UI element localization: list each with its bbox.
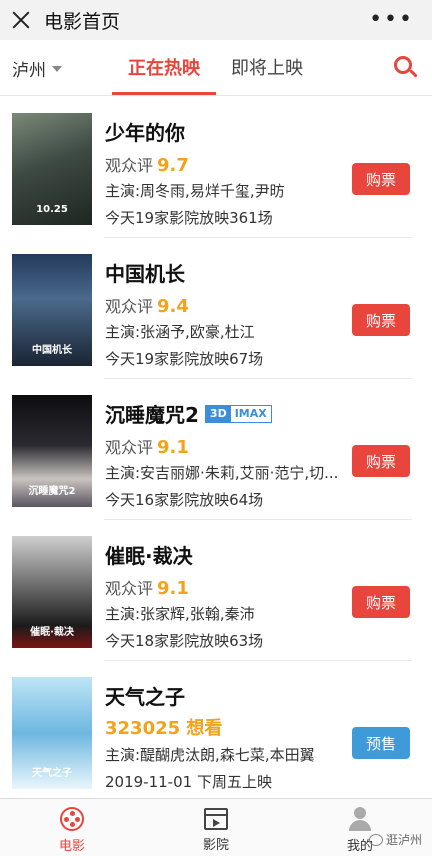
movie-poster[interactable]: 10.25	[12, 113, 92, 225]
movie-title[interactable]: 天气之子	[105, 681, 185, 710]
format-badge: 3D IMAX	[204, 404, 272, 423]
close-icon[interactable]	[8, 6, 36, 34]
release-info: 2019-11-01 下周五上映	[105, 773, 272, 791]
tab-now-showing[interactable]: 正在热映	[128, 54, 200, 80]
search-icon[interactable]	[394, 56, 418, 80]
nav-label: 电影	[58, 839, 85, 854]
movie-item[interactable]: 天气之子 天气之子 323025 想看 主演:醍醐虎汰朗,森七菜,本田翼 201…	[0, 661, 432, 802]
movie-title[interactable]: 沉睡魔咒2 3D IMAX	[105, 399, 272, 428]
film-reel-icon	[60, 807, 84, 831]
showing-info: 今天18家影院放映63场	[105, 632, 264, 650]
showing-info: 今天19家影院放映361场	[105, 209, 273, 227]
nav-mine[interactable]: 我的 逛泸州	[288, 799, 432, 856]
movie-cast: 主演:张家辉,张翰,秦沛	[105, 605, 255, 623]
bottom-nav: 电影 影院 我的 逛泸州	[0, 798, 432, 856]
user-icon	[348, 807, 372, 831]
audience-score: 观众评 9.1	[105, 437, 189, 458]
active-tab-indicator	[112, 92, 216, 95]
movie-cast: 主演:醍醐虎汰朗,森七菜,本田翼	[105, 746, 315, 764]
wechat-icon	[368, 833, 383, 846]
want-to-see-count: 323025 想看	[105, 718, 223, 739]
top-bar: 电影首页 •••	[0, 0, 432, 40]
chevron-down-icon	[52, 65, 62, 72]
audience-score: 观众评 9.4	[105, 296, 189, 317]
tab-coming-soon[interactable]: 即将上映	[231, 54, 303, 80]
presale-button[interactable]: 预售	[352, 727, 410, 759]
movie-poster[interactable]: 沉睡魔咒2	[12, 395, 92, 507]
nav-label: 影院	[202, 838, 229, 853]
showing-info: 今天16家影院放映64场	[105, 491, 264, 509]
nav-cinemas[interactable]: 影院	[144, 799, 288, 856]
movie-item[interactable]: 10.25 少年的你 观众评 9.7 主演:周冬雨,易烊千玺,尹昉 今天19家影院…	[0, 97, 432, 238]
more-icon[interactable]: •••	[369, 9, 414, 31]
showing-info: 今天19家影院放映67场	[105, 350, 264, 368]
clapperboard-icon	[204, 808, 228, 830]
movie-title[interactable]: 催眠·裁决	[105, 540, 193, 569]
buy-ticket-button[interactable]: 购票	[352, 445, 410, 477]
movie-title[interactable]: 少年的你	[105, 117, 185, 146]
buy-ticket-button[interactable]: 购票	[352, 586, 410, 618]
audience-score: 观众评 9.1	[105, 578, 189, 599]
page-title: 电影首页	[44, 10, 121, 33]
nav-movies[interactable]: 电影	[0, 799, 144, 856]
watermark: 逛泸州	[368, 831, 422, 848]
buy-ticket-button[interactable]: 购票	[352, 163, 410, 195]
movie-list: 10.25 少年的你 观众评 9.7 主演:周冬雨,易烊千玺,尹昉 今天19家影院…	[0, 97, 432, 802]
movie-cast: 主演:张涵予,欧豪,杜江	[105, 323, 255, 341]
city-selector[interactable]: 泸州	[12, 56, 62, 81]
movie-poster[interactable]: 天气之子	[12, 677, 92, 789]
city-label: 泸州	[12, 61, 46, 81]
movie-title[interactable]: 中国机长	[105, 258, 185, 287]
movie-item[interactable]: 中国机长 中国机长 观众评 9.4 主演:张涵予,欧豪,杜江 今天19家影院放映6…	[0, 238, 432, 379]
movie-poster[interactable]: 中国机长	[12, 254, 92, 366]
movie-poster[interactable]: 催眠·裁决	[12, 536, 92, 648]
movie-item[interactable]: 沉睡魔咒2 沉睡魔咒2 3D IMAX 观众评 9.1 主演:安吉丽娜·朱莉,艾丽·…	[0, 379, 432, 520]
audience-score: 观众评 9.7	[105, 155, 189, 176]
movie-item[interactable]: 催眠·裁决 催眠·裁决 观众评 9.1 主演:张家辉,张翰,秦沛 今天18家影院放…	[0, 520, 432, 661]
movie-cast: 主演:安吉丽娜·朱莉,艾丽·范宁,切...	[105, 464, 339, 482]
tabs-bar: 泸州 正在热映 即将上映	[0, 40, 432, 96]
movie-cast: 主演:周冬雨,易烊千玺,尹昉	[105, 182, 285, 200]
buy-ticket-button[interactable]: 购票	[352, 304, 410, 336]
